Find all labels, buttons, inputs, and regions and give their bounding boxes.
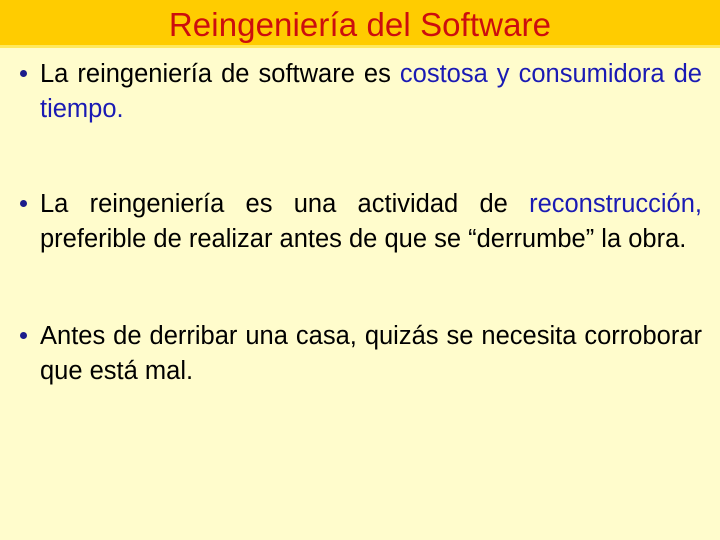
page-title: Reingeniería del Software [168,6,552,43]
slide-body: La reingeniería de software es costosa y… [0,48,720,540]
list-item: Antes de derribar una casa, quizás se ne… [18,319,702,389]
bullet-dot-icon [20,70,27,77]
bullet-dot-icon [20,200,27,207]
bullet-segment-text: La reingeniería de software es [40,60,400,88]
slide: Reingeniería del Software La reingenierí… [0,0,720,540]
bullet-segment-accent: reconstrucción, [529,190,702,218]
bullet-segment-text: La reingeniería es una actividad de [40,190,530,218]
bullet-dot-icon [20,332,27,339]
title-band: Reingeniería del Software [0,0,720,48]
list-item: La reingeniería de software es costosa y… [18,57,702,127]
bullet-list: La reingeniería de software es costosa y… [18,57,702,389]
bullet-segment-text-tail: preferible de realizar antes de que se “… [40,225,687,253]
bullet-segment-text: Antes de derribar una casa, quizás se ne… [40,322,702,385]
list-item: La reingeniería es una actividad de reco… [18,187,702,257]
